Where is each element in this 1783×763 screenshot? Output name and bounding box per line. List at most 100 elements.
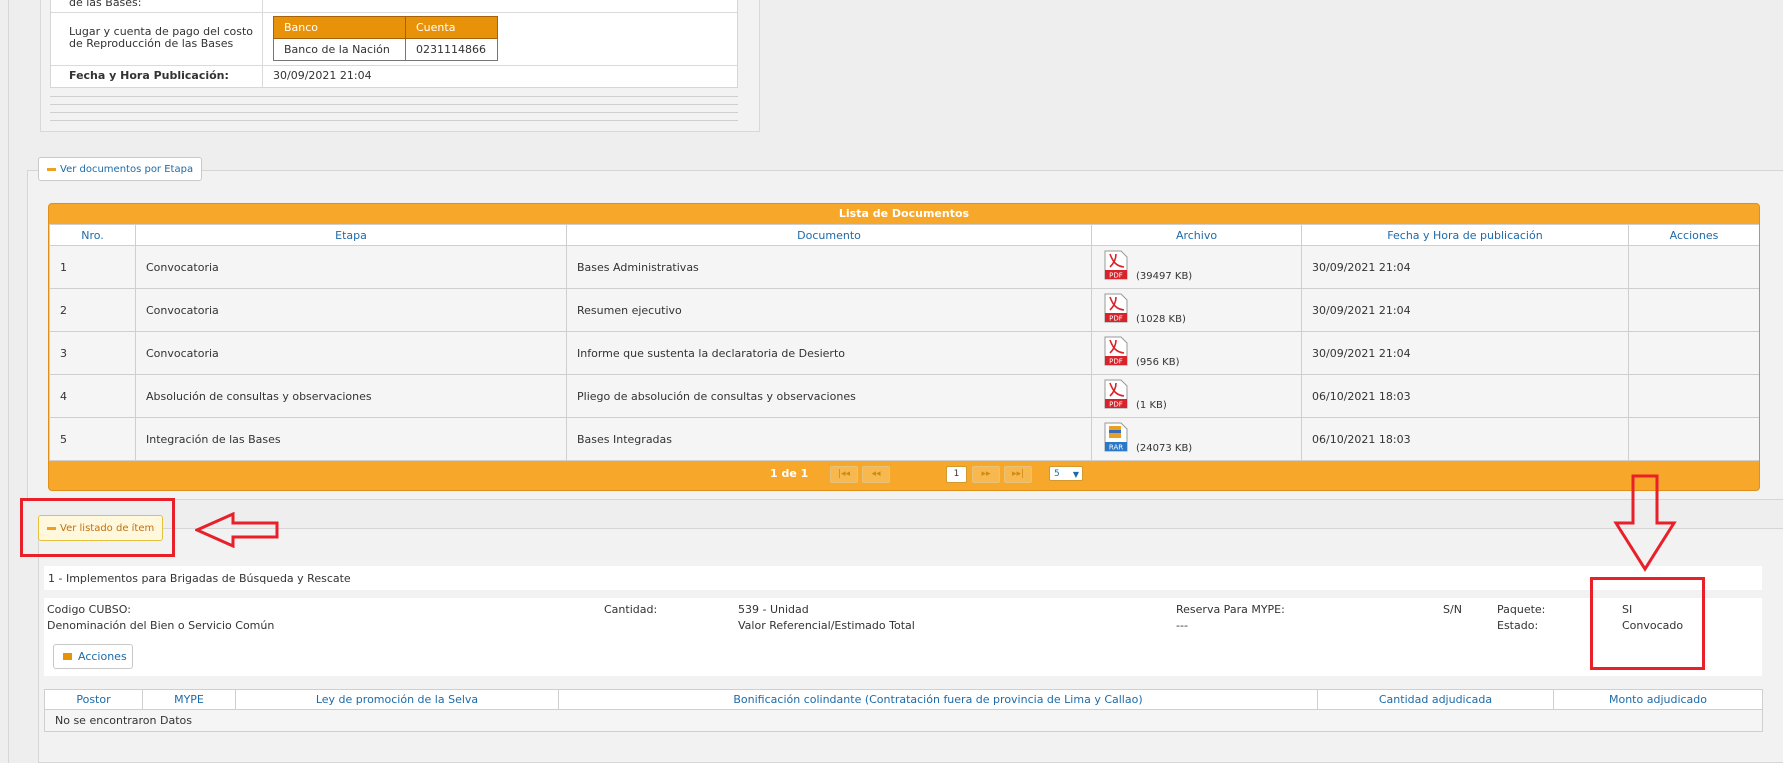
row-documento: Resumen ejecutivo (566, 288, 1092, 332)
row-fecha: 30/09/2021 21:04 (1301, 331, 1629, 375)
valor-referencial-label: Valor Referencial/Estimado Total (738, 619, 915, 632)
table-row: 4 Absolución de consultas y observaciones… (49, 374, 1759, 418)
acciones-button[interactable]: Acciones (53, 644, 133, 669)
documents-table-title: Lista de Documentos (838, 207, 970, 220)
row-acciones (1628, 245, 1759, 289)
annotation-box (20, 498, 175, 557)
info-table: de las Bases: Lugar y cuenta de pago del… (50, 0, 738, 88)
page-size-value: 5 (1054, 469, 1060, 479)
postor-table: Postor MYPE Ley de promoción de la Selva… (44, 689, 1763, 732)
denominacion-label: Denominación del Bien o Servicio Común (47, 619, 275, 632)
first-page-button[interactable]: |◂◂ (830, 466, 858, 483)
publication-date-label: Fecha y Hora Publicación: (69, 69, 229, 82)
down-arrow-icon (1613, 474, 1677, 572)
divider (50, 120, 738, 121)
estado-label: Estado: (1497, 619, 1539, 632)
item-title-bar: 1 - Implementos para Brigadas de Búsqued… (44, 566, 1762, 590)
valor-referencial-value: --- (1176, 619, 1188, 632)
current-page-button[interactable]: 1 (946, 466, 967, 483)
row-etapa: Convocatoria (135, 245, 567, 289)
acciones-label: Acciones (78, 650, 127, 663)
column-header: Fecha y Hora de publicación (1301, 224, 1629, 246)
svg-text:PDF: PDF (1109, 315, 1123, 323)
row-archivo: PDF (39497 KB) (1091, 245, 1302, 289)
empty-message: No se encontraron Datos (44, 709, 1763, 732)
divider (50, 96, 738, 97)
column-header: Postor (44, 689, 143, 710)
column-header: Monto adjudicado (1553, 689, 1763, 710)
bank-header: Banco (273, 16, 406, 39)
last-page-button[interactable]: ▸▸| (1004, 466, 1032, 483)
file-size: (1 KB) (1136, 400, 1167, 411)
file-size: (24073 KB) (1136, 443, 1193, 454)
row-etapa: Convocatoria (135, 288, 567, 332)
left-divider (8, 0, 9, 763)
collapse-icon (47, 167, 56, 171)
bank-table: Banco Cuenta Banco de la Nación 02311148… (273, 16, 498, 61)
row-fecha: 30/09/2021 21:04 (1301, 245, 1629, 289)
paquete-label: Paquete: (1497, 603, 1546, 616)
file-size: (39497 KB) (1136, 271, 1193, 282)
pdf-file-icon[interactable]: PDF (1104, 293, 1128, 323)
prev-page-button[interactable]: ◂◂ (862, 466, 890, 483)
svg-text:PDF: PDF (1109, 401, 1123, 409)
documents-table: Nro. Etapa Documento Archivo Fecha y Hor… (49, 224, 1759, 461)
flag-icon (63, 653, 72, 660)
rar-file-icon[interactable]: RAR (1104, 422, 1128, 452)
divider (50, 112, 738, 113)
row-etapa: Absolución de consultas y observaciones (135, 374, 567, 418)
account-number: 0231114866 (405, 38, 498, 61)
cubso-label: Codigo CUBSO: (47, 603, 131, 616)
row-documento: Bases Administrativas (566, 245, 1092, 289)
svg-text:PDF: PDF (1109, 358, 1123, 366)
documents-table-panel: Lista de Documentos Nro. Etapa Documento… (48, 203, 1760, 491)
account-header: Cuenta (405, 16, 498, 39)
column-header: Acciones (1628, 224, 1759, 246)
column-header: MYPE (142, 689, 236, 710)
row-acciones (1628, 288, 1759, 332)
publication-date-value: 30/09/2021 21:04 (273, 69, 372, 82)
file-size: (956 KB) (1136, 357, 1180, 368)
pdf-file-icon[interactable]: PDF (1104, 250, 1128, 280)
annotation-box (1590, 577, 1705, 670)
row-number: 3 (49, 331, 136, 375)
row-number: 1 (49, 245, 136, 289)
reserva-mype-label: Reserva Para MYPE: (1176, 603, 1285, 616)
cantidad-value: 539 - Unidad (738, 603, 809, 616)
item-title: 1 - Implementos para Brigadas de Búsqued… (48, 572, 351, 585)
row-etapa: Convocatoria (135, 331, 567, 375)
page-info: 1 de 1 (770, 467, 809, 480)
row-number: 2 (49, 288, 136, 332)
info-row: Lugar y cuenta de pago del costo de Repr… (51, 12, 737, 66)
table-row: 1 Convocatoria Bases Administrativas PDF (39… (49, 245, 1759, 289)
chevron-down-icon: ▼ (1072, 470, 1079, 479)
svg-text:PDF: PDF (1109, 272, 1123, 280)
row-archivo: PDF (1 KB) (1091, 374, 1302, 418)
row-fecha: 30/09/2021 21:04 (1301, 288, 1629, 332)
svg-text:RAR: RAR (1109, 444, 1123, 452)
table-row: 2 Convocatoria Resumen ejecutivo PDF (1028 K… (49, 288, 1759, 332)
row-archivo: PDF (1028 KB) (1091, 288, 1302, 332)
file-size: (1028 KB) (1136, 314, 1186, 325)
row-fecha: 06/10/2021 18:03 (1301, 374, 1629, 418)
row-documento: Pliego de absolución de consultas y obse… (566, 374, 1092, 418)
toggle-documents-button[interactable]: Ver documentos por Etapa (38, 157, 203, 181)
column-header: Ley de promoción de la Selva (235, 689, 559, 710)
bank-name: Banco de la Nación (273, 38, 406, 61)
row-acciones (1628, 374, 1759, 418)
divider (50, 104, 738, 105)
column-header: Archivo (1091, 224, 1302, 246)
pdf-file-icon[interactable]: PDF (1104, 336, 1128, 366)
column-header: Documento (566, 224, 1092, 246)
row-number: 4 (49, 374, 136, 418)
pager: 1 de 1 |◂◂ ◂◂ 1 ▸▸ ▸▸| 5 ▼ (49, 455, 1759, 490)
pdf-file-icon[interactable]: PDF (1104, 379, 1128, 409)
column-header: Cantidad adjudicada (1317, 689, 1554, 710)
reserva-mype-value: S/N (1443, 603, 1462, 616)
page-size-select[interactable]: 5 ▼ (1049, 466, 1083, 481)
next-page-button[interactable]: ▸▸ (972, 466, 1000, 483)
left-arrow-icon (195, 512, 279, 548)
column-header: Nro. (49, 224, 136, 246)
table-row: 3 Convocatoria Informe que sustenta la dec… (49, 331, 1759, 375)
column-header: Etapa (135, 224, 567, 246)
